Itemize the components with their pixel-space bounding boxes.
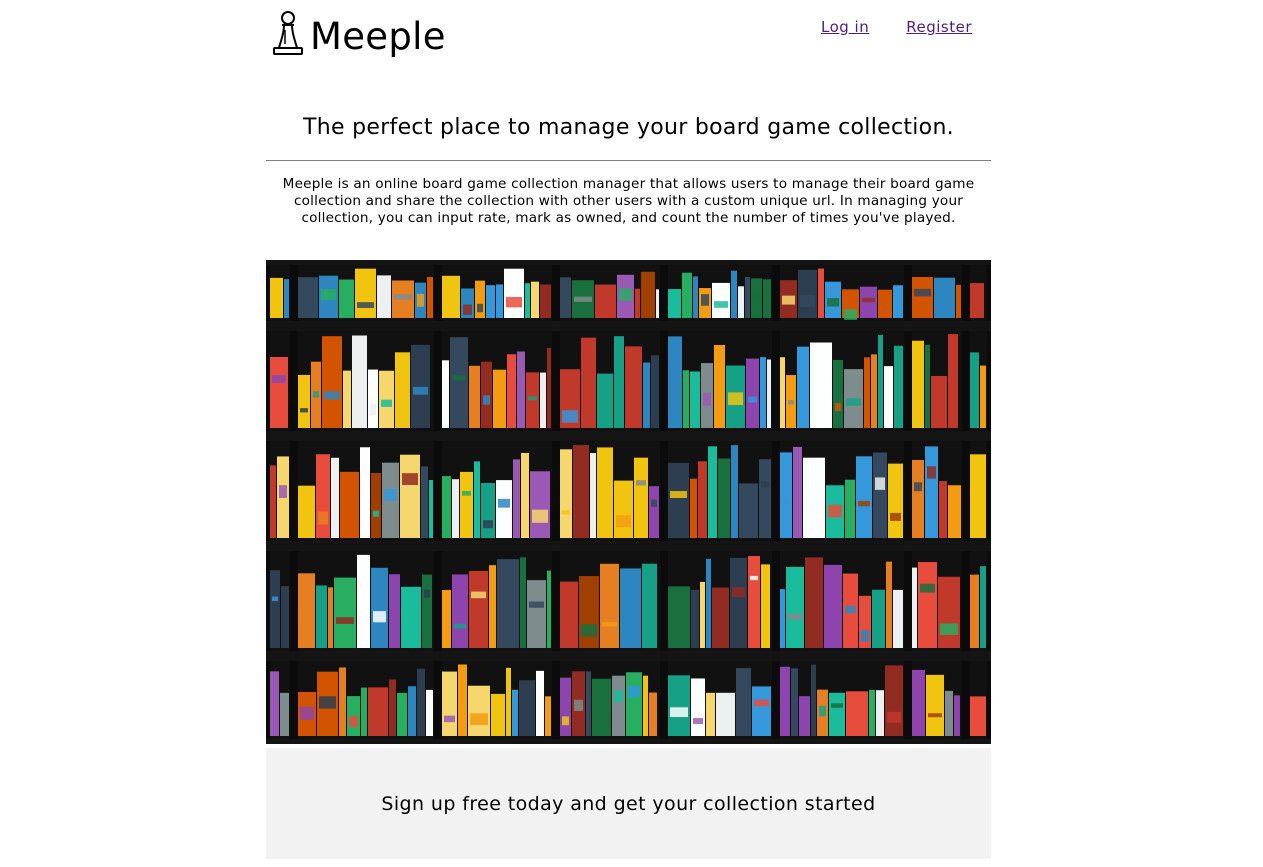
site-header: Meeple Log in Register [266,0,991,80]
page: Meeple Log in Register The perfect place… [266,0,991,867]
login-link[interactable]: Log in [821,17,869,37]
description: Meeple is an online board game collectio… [282,176,975,226]
brand-name: Meeple [310,15,446,58]
register-link[interactable]: Register [906,17,972,37]
pawn-icon [273,11,303,55]
signup-banner[interactable]: Sign up free today and get your collecti… [266,748,991,859]
signup-text: Sign up free today and get your collecti… [381,793,876,815]
divider [266,160,991,161]
top-nav: Log in Register [821,17,972,37]
shelves-illustration [266,260,991,744]
board-game-shelves-photo [266,260,991,744]
logo[interactable]: Meeple [270,10,446,58]
tagline: The perfect place to manage your board g… [303,115,954,140]
